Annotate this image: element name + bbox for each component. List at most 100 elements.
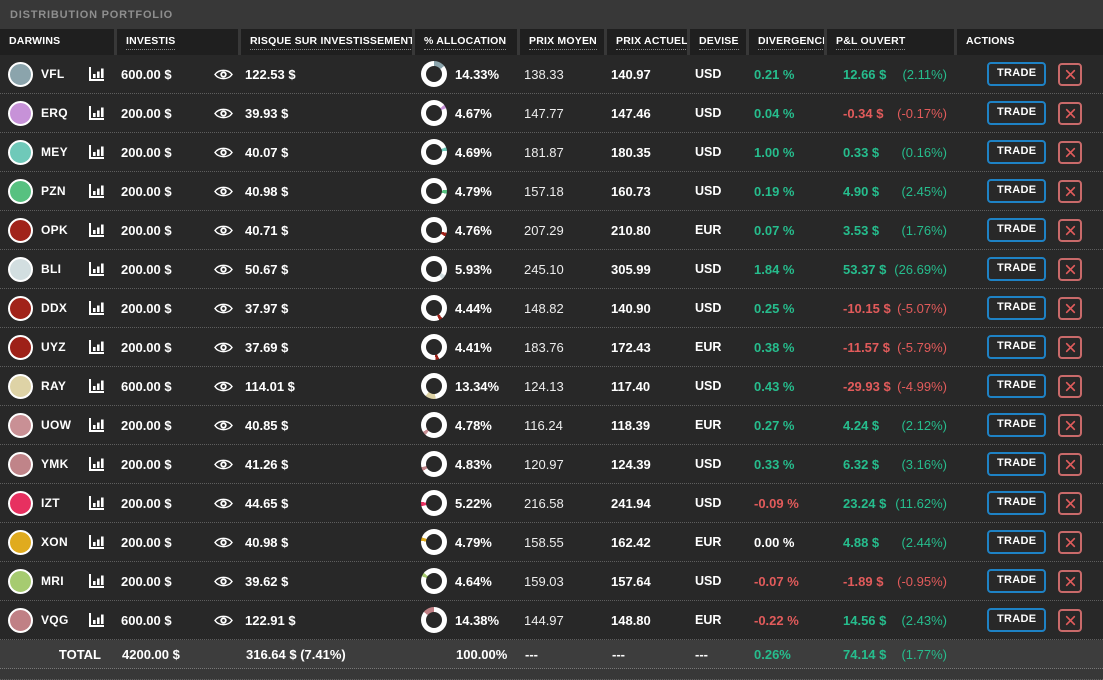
trade-button[interactable]: TRADE (987, 569, 1047, 593)
pnl-cell: 4.90 $ (2.45%) (827, 184, 957, 199)
eye-icon[interactable] (214, 146, 233, 159)
devise-value: EUR (695, 340, 722, 354)
column-header-prix-moyen[interactable]: PRIX MOYEN (520, 29, 604, 55)
darwin-ticker[interactable]: DDX (41, 301, 67, 315)
close-button[interactable] (1058, 608, 1083, 632)
bar-chart-icon[interactable] (88, 261, 105, 277)
allocation-value: 14.33% (455, 66, 500, 82)
eye-icon[interactable] (214, 380, 233, 393)
darwin-ticker[interactable]: UOW (41, 418, 71, 432)
prix-actuel-value: 147.46 (611, 105, 651, 121)
column-header-devise[interactable]: DEVISE (690, 29, 746, 55)
close-button[interactable] (1058, 101, 1083, 125)
darwin-ticker[interactable]: MRI (41, 574, 64, 588)
close-button[interactable] (1058, 179, 1083, 203)
darwin-ticker[interactable]: IZT (41, 496, 60, 510)
bar-chart-icon[interactable] (88, 378, 105, 394)
eye-icon[interactable] (214, 224, 233, 237)
trade-button[interactable]: TRADE (987, 140, 1047, 164)
darwin-ticker[interactable]: ERQ (41, 106, 68, 120)
eye-icon[interactable] (214, 263, 233, 276)
column-header-divergence[interactable]: DIVERGENCE (749, 29, 824, 55)
trade-button[interactable]: TRADE (987, 530, 1047, 554)
bar-chart-icon[interactable] (88, 573, 105, 589)
darwin-ticker[interactable]: MEY (41, 145, 68, 159)
eye-icon[interactable] (214, 575, 233, 588)
bar-chart-icon[interactable] (88, 339, 105, 355)
bar-chart-icon[interactable] (88, 417, 105, 433)
bar-chart-icon[interactable] (88, 66, 105, 82)
darwin-ticker[interactable]: RAY (41, 379, 66, 393)
close-button[interactable] (1058, 335, 1083, 359)
close-button[interactable] (1058, 257, 1083, 281)
column-header-risque[interactable]: RISQUE SUR INVESTISSEMENT (241, 29, 412, 55)
allocation-value: 4.64% (455, 573, 492, 589)
trade-button[interactable]: TRADE (987, 608, 1047, 632)
eye-icon[interactable] (214, 302, 233, 315)
column-header-investis[interactable]: INVESTIS (117, 29, 238, 55)
eye-icon[interactable] (214, 458, 233, 471)
trade-button[interactable]: TRADE (987, 374, 1047, 398)
darwin-ticker[interactable]: UYZ (41, 340, 66, 354)
eye-icon[interactable] (214, 185, 233, 198)
column-header-pnl[interactable]: P&L OUVERT (827, 29, 954, 55)
trade-button[interactable]: TRADE (987, 296, 1047, 320)
bar-chart-icon[interactable] (88, 183, 105, 199)
darwin-ticker[interactable]: OPK (41, 223, 68, 237)
close-button[interactable] (1058, 218, 1083, 242)
bar-chart-icon[interactable] (88, 495, 105, 511)
actions-cell: TRADE (957, 62, 1103, 86)
close-button[interactable] (1058, 569, 1083, 593)
bar-chart-icon[interactable] (88, 534, 105, 550)
darwin-ticker[interactable]: BLI (41, 262, 61, 276)
close-button[interactable] (1058, 374, 1083, 398)
prix-actuel-value: 124.39 (611, 456, 651, 472)
close-button[interactable] (1058, 530, 1083, 554)
eye-icon[interactable] (214, 341, 233, 354)
darwin-ticker[interactable]: PZN (41, 184, 66, 198)
devise-value: USD (695, 574, 722, 588)
column-header-allocation[interactable]: % ALLOCATION (415, 29, 517, 55)
trade-button[interactable]: TRADE (987, 413, 1047, 437)
eye-icon[interactable] (214, 419, 233, 432)
bar-chart-icon[interactable] (88, 144, 105, 160)
risque-cell: 122.91 $ (241, 613, 415, 628)
darwin-ticker[interactable]: VFL (41, 67, 65, 81)
trade-button[interactable]: TRADE (987, 335, 1047, 359)
trade-button[interactable]: TRADE (987, 62, 1047, 86)
close-button[interactable] (1058, 413, 1083, 437)
trade-button[interactable]: TRADE (987, 101, 1047, 125)
eye-icon[interactable] (214, 614, 233, 627)
close-button[interactable] (1058, 62, 1083, 86)
actions-cell: TRADE (957, 335, 1103, 359)
pnl-cell: -1.89 $ (-0.95%) (827, 574, 957, 589)
pnl-percent: (-5.79%) (897, 339, 947, 355)
bar-chart-icon[interactable] (88, 456, 105, 472)
eye-icon[interactable] (214, 68, 233, 81)
eye-icon[interactable] (214, 107, 233, 120)
trade-button[interactable]: TRADE (987, 452, 1047, 476)
darwin-ticker[interactable]: VQG (41, 613, 69, 627)
trade-button[interactable]: TRADE (987, 491, 1047, 515)
bar-chart-icon[interactable] (88, 222, 105, 238)
close-button[interactable] (1058, 491, 1083, 515)
trade-button[interactable]: TRADE (987, 179, 1047, 203)
bar-chart-icon[interactable] (88, 300, 105, 316)
close-button[interactable] (1058, 452, 1083, 476)
close-button[interactable] (1058, 140, 1083, 164)
actions-cell: TRADE (957, 491, 1103, 515)
eye-icon[interactable] (214, 536, 233, 549)
pnl-value: 23.24 $ (843, 495, 887, 511)
close-button[interactable] (1058, 296, 1083, 320)
darwin-ticker[interactable]: YMK (41, 457, 69, 471)
column-header-prix-actuel[interactable]: PRIX ACTUEL (607, 29, 687, 55)
bar-chart-icon[interactable] (88, 612, 105, 628)
devise-value: USD (695, 106, 722, 120)
darwin-ticker[interactable]: XON (41, 535, 68, 549)
trade-button[interactable]: TRADE (987, 218, 1047, 242)
devise-value: EUR (695, 613, 722, 627)
eye-icon[interactable] (214, 497, 233, 510)
trade-button[interactable]: TRADE (987, 257, 1047, 281)
pnl-percent: (2.43%) (901, 612, 947, 628)
bar-chart-icon[interactable] (88, 105, 105, 121)
